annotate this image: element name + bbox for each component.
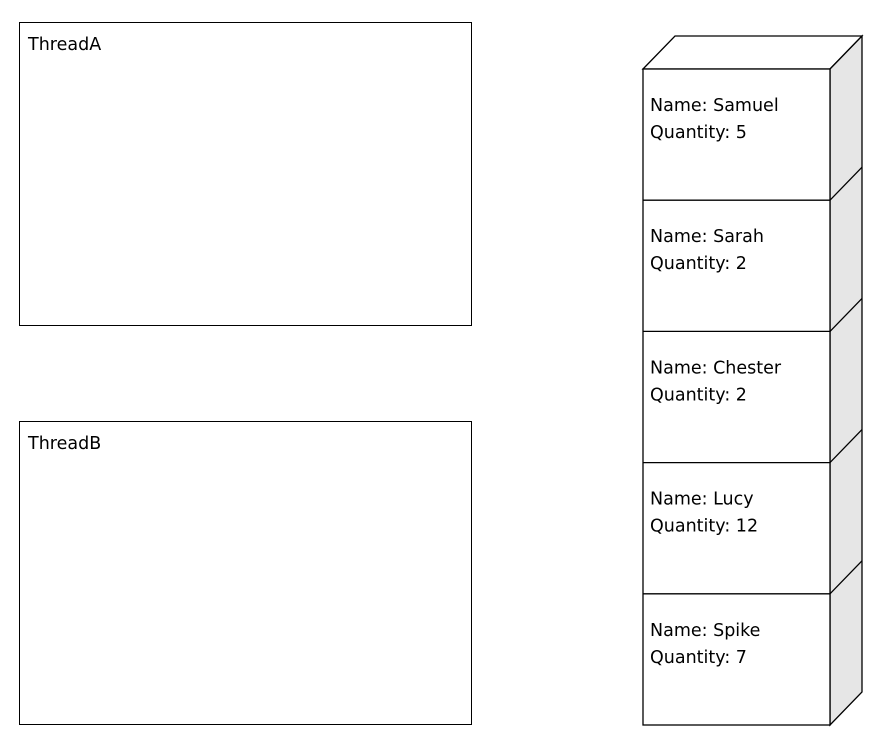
record-quantity: Quantity: 7 <box>650 648 747 668</box>
record-name: Name: Lucy <box>650 490 754 510</box>
record-quantity: Quantity: 2 <box>650 385 747 405</box>
record-name: Name: Chester <box>650 358 782 378</box>
stack-top-face <box>641 35 864 70</box>
record-quantity: Quantity: 12 <box>650 517 758 537</box>
record-quantity: Quantity: 5 <box>650 123 747 143</box>
record-name: Name: Sarah <box>650 227 764 247</box>
record-stack: Name: Samuel Quantity: 5 Name: Sarah Quanti… <box>641 34 864 727</box>
record-name: Name: Spike <box>650 621 760 641</box>
record-name: Name: Samuel <box>650 96 779 116</box>
stack-side-face <box>829 34 863 727</box>
record-quantity: Quantity: 2 <box>650 254 747 274</box>
